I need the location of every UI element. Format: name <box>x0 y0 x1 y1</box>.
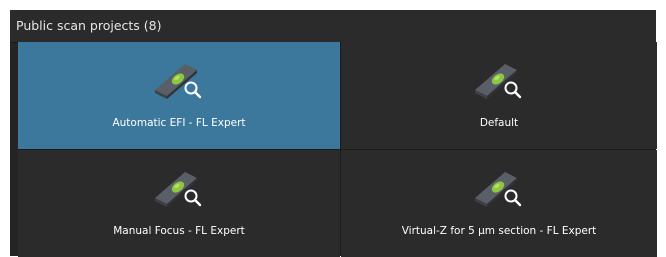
project-tile-virtual-z[interactable]: Virtual-Z for 5 µm section - FL Expert <box>341 150 657 257</box>
project-label: Automatic EFI - FL Expert <box>112 117 246 129</box>
project-label: Manual Focus - FL Expert <box>113 225 245 237</box>
public-scan-projects-panel: Public scan projects (8) Automatic EFI -… <box>10 10 657 257</box>
project-label: Virtual-Z for 5 µm section - FL Expert <box>401 225 597 237</box>
project-label: Default <box>479 117 519 129</box>
slide-scan-search-icon <box>155 64 202 99</box>
project-grid: Automatic EFI - FL Expert Default Manual… <box>18 42 657 257</box>
project-tile-default[interactable]: Default <box>341 42 657 149</box>
project-tile-manual-focus[interactable]: Manual Focus - FL Expert <box>18 150 340 257</box>
slide-scan-search-icon <box>475 64 522 99</box>
slide-scan-search-icon <box>475 172 522 207</box>
slide-scan-search-icon <box>155 172 202 207</box>
panel-title: Public scan projects (8) <box>10 10 656 43</box>
project-tile-automatic-efi[interactable]: Automatic EFI - FL Expert <box>18 42 340 149</box>
